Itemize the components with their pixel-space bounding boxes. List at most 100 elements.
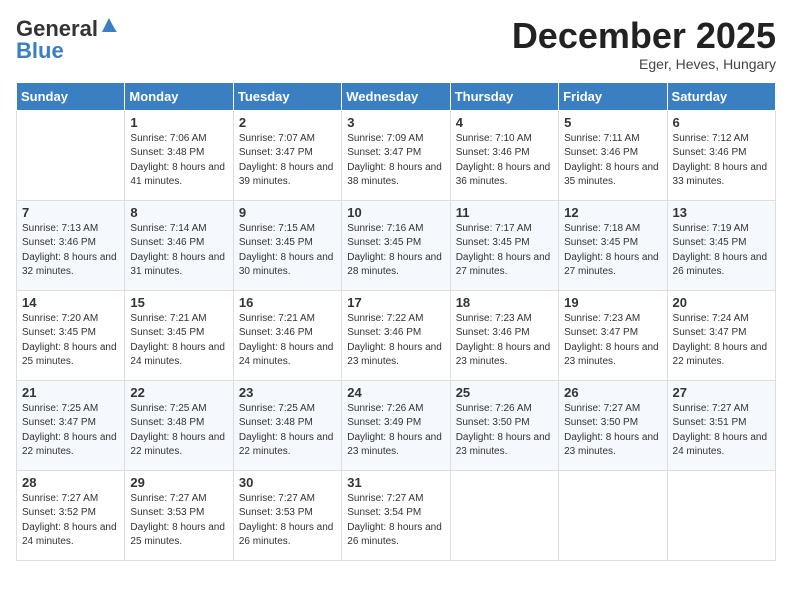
day-cell: 3 Sunrise: 7:09 AM Sunset: 3:47 PM Dayli… xyxy=(342,110,450,200)
sunset-text: Sunset: 3:48 PM xyxy=(130,147,204,158)
day-cell: 10 Sunrise: 7:16 AM Sunset: 3:45 PM Dayl… xyxy=(342,200,450,290)
day-info: Sunrise: 7:24 AM Sunset: 3:47 PM Dayligh… xyxy=(673,312,770,370)
sunset-text: Sunset: 3:54 PM xyxy=(347,507,421,518)
sunrise-text: Sunrise: 7:24 AM xyxy=(673,313,749,324)
title-block: December 2025 Eger, Heves, Hungary xyxy=(512,16,776,72)
day-number: 16 xyxy=(239,295,336,310)
sunset-text: Sunset: 3:51 PM xyxy=(673,417,747,428)
sunset-text: Sunset: 3:48 PM xyxy=(239,417,313,428)
day-cell: 13 Sunrise: 7:19 AM Sunset: 3:45 PM Dayl… xyxy=(667,200,775,290)
day-cell: 30 Sunrise: 7:27 AM Sunset: 3:53 PM Dayl… xyxy=(233,470,341,560)
weekday-header-wednesday: Wednesday xyxy=(342,82,450,110)
sunset-text: Sunset: 3:46 PM xyxy=(239,327,313,338)
daylight-text: Daylight: 8 hours and 23 minutes. xyxy=(456,342,551,368)
day-info: Sunrise: 7:15 AM Sunset: 3:45 PM Dayligh… xyxy=(239,222,336,280)
sunset-text: Sunset: 3:45 PM xyxy=(239,237,313,248)
sunset-text: Sunset: 3:46 PM xyxy=(130,237,204,248)
sunrise-text: Sunrise: 7:07 AM xyxy=(239,133,315,144)
sunrise-text: Sunrise: 7:21 AM xyxy=(239,313,315,324)
weekday-header-saturday: Saturday xyxy=(667,82,775,110)
daylight-text: Daylight: 8 hours and 26 minutes. xyxy=(239,522,334,548)
daylight-text: Daylight: 8 hours and 25 minutes. xyxy=(22,342,117,368)
location-subtitle: Eger, Heves, Hungary xyxy=(512,56,776,72)
sunrise-text: Sunrise: 7:11 AM xyxy=(564,133,639,144)
day-cell xyxy=(559,470,667,560)
sunset-text: Sunset: 3:50 PM xyxy=(564,417,638,428)
day-number: 22 xyxy=(130,385,227,400)
day-info: Sunrise: 7:26 AM Sunset: 3:50 PM Dayligh… xyxy=(456,402,553,460)
sunrise-text: Sunrise: 7:25 AM xyxy=(239,403,315,414)
day-cell: 12 Sunrise: 7:18 AM Sunset: 3:45 PM Dayl… xyxy=(559,200,667,290)
daylight-text: Daylight: 8 hours and 22 minutes. xyxy=(239,432,334,458)
sunrise-text: Sunrise: 7:13 AM xyxy=(22,223,98,234)
day-number: 19 xyxy=(564,295,661,310)
day-info: Sunrise: 7:19 AM Sunset: 3:45 PM Dayligh… xyxy=(673,222,770,280)
day-cell: 22 Sunrise: 7:25 AM Sunset: 3:48 PM Dayl… xyxy=(125,380,233,470)
day-cell: 7 Sunrise: 7:13 AM Sunset: 3:46 PM Dayli… xyxy=(17,200,125,290)
daylight-text: Daylight: 8 hours and 24 minutes. xyxy=(22,522,117,548)
daylight-text: Daylight: 8 hours and 24 minutes. xyxy=(130,342,225,368)
day-cell xyxy=(667,470,775,560)
calendar-table: SundayMondayTuesdayWednesdayThursdayFrid… xyxy=(16,82,776,561)
sunrise-text: Sunrise: 7:27 AM xyxy=(130,493,206,504)
day-cell xyxy=(450,470,558,560)
sunrise-text: Sunrise: 7:17 AM xyxy=(456,223,532,234)
sunrise-text: Sunrise: 7:21 AM xyxy=(130,313,206,324)
day-number: 26 xyxy=(564,385,661,400)
sunrise-text: Sunrise: 7:18 AM xyxy=(564,223,640,234)
sunrise-text: Sunrise: 7:14 AM xyxy=(130,223,206,234)
day-info: Sunrise: 7:26 AM Sunset: 3:49 PM Dayligh… xyxy=(347,402,444,460)
day-info: Sunrise: 7:23 AM Sunset: 3:47 PM Dayligh… xyxy=(564,312,661,370)
daylight-text: Daylight: 8 hours and 32 minutes. xyxy=(22,252,117,278)
sunset-text: Sunset: 3:45 PM xyxy=(22,327,96,338)
daylight-text: Daylight: 8 hours and 28 minutes. xyxy=(347,252,442,278)
day-info: Sunrise: 7:09 AM Sunset: 3:47 PM Dayligh… xyxy=(347,132,444,190)
daylight-text: Daylight: 8 hours and 39 minutes. xyxy=(239,162,334,188)
day-number: 2 xyxy=(239,115,336,130)
sunrise-text: Sunrise: 7:15 AM xyxy=(239,223,315,234)
day-info: Sunrise: 7:25 AM Sunset: 3:47 PM Dayligh… xyxy=(22,402,119,460)
sunset-text: Sunset: 3:45 PM xyxy=(347,237,421,248)
day-number: 9 xyxy=(239,205,336,220)
day-cell: 5 Sunrise: 7:11 AM Sunset: 3:46 PM Dayli… xyxy=(559,110,667,200)
daylight-text: Daylight: 8 hours and 22 minutes. xyxy=(22,432,117,458)
day-number: 5 xyxy=(564,115,661,130)
sunrise-text: Sunrise: 7:22 AM xyxy=(347,313,423,324)
week-row-3: 14 Sunrise: 7:20 AM Sunset: 3:45 PM Dayl… xyxy=(17,290,776,380)
logo-blue: Blue xyxy=(16,38,64,64)
day-info: Sunrise: 7:18 AM Sunset: 3:45 PM Dayligh… xyxy=(564,222,661,280)
daylight-text: Daylight: 8 hours and 35 minutes. xyxy=(564,162,659,188)
sunset-text: Sunset: 3:53 PM xyxy=(239,507,313,518)
sunset-text: Sunset: 3:49 PM xyxy=(347,417,421,428)
sunrise-text: Sunrise: 7:25 AM xyxy=(130,403,206,414)
day-number: 29 xyxy=(130,475,227,490)
day-cell: 14 Sunrise: 7:20 AM Sunset: 3:45 PM Dayl… xyxy=(17,290,125,380)
daylight-text: Daylight: 8 hours and 24 minutes. xyxy=(239,342,334,368)
day-cell: 27 Sunrise: 7:27 AM Sunset: 3:51 PM Dayl… xyxy=(667,380,775,470)
day-cell: 9 Sunrise: 7:15 AM Sunset: 3:45 PM Dayli… xyxy=(233,200,341,290)
day-info: Sunrise: 7:27 AM Sunset: 3:53 PM Dayligh… xyxy=(130,492,227,550)
day-cell: 1 Sunrise: 7:06 AM Sunset: 3:48 PM Dayli… xyxy=(125,110,233,200)
day-info: Sunrise: 7:21 AM Sunset: 3:46 PM Dayligh… xyxy=(239,312,336,370)
day-info: Sunrise: 7:11 AM Sunset: 3:46 PM Dayligh… xyxy=(564,132,661,190)
sunrise-text: Sunrise: 7:25 AM xyxy=(22,403,98,414)
daylight-text: Daylight: 8 hours and 38 minutes. xyxy=(347,162,442,188)
day-info: Sunrise: 7:16 AM Sunset: 3:45 PM Dayligh… xyxy=(347,222,444,280)
day-cell: 6 Sunrise: 7:12 AM Sunset: 3:46 PM Dayli… xyxy=(667,110,775,200)
day-info: Sunrise: 7:10 AM Sunset: 3:46 PM Dayligh… xyxy=(456,132,553,190)
sunrise-text: Sunrise: 7:23 AM xyxy=(564,313,640,324)
day-cell: 25 Sunrise: 7:26 AM Sunset: 3:50 PM Dayl… xyxy=(450,380,558,470)
day-cell: 11 Sunrise: 7:17 AM Sunset: 3:45 PM Dayl… xyxy=(450,200,558,290)
day-info: Sunrise: 7:12 AM Sunset: 3:46 PM Dayligh… xyxy=(673,132,770,190)
day-cell: 24 Sunrise: 7:26 AM Sunset: 3:49 PM Dayl… xyxy=(342,380,450,470)
sunset-text: Sunset: 3:46 PM xyxy=(456,147,530,158)
sunset-text: Sunset: 3:46 PM xyxy=(456,327,530,338)
sunset-text: Sunset: 3:47 PM xyxy=(673,327,747,338)
weekday-header-row: SundayMondayTuesdayWednesdayThursdayFrid… xyxy=(17,82,776,110)
day-cell: 26 Sunrise: 7:27 AM Sunset: 3:50 PM Dayl… xyxy=(559,380,667,470)
page-header: General Blue December 2025 Eger, Heves, … xyxy=(16,16,776,72)
day-number: 18 xyxy=(456,295,553,310)
daylight-text: Daylight: 8 hours and 36 minutes. xyxy=(456,162,551,188)
weekday-header-sunday: Sunday xyxy=(17,82,125,110)
day-info: Sunrise: 7:14 AM Sunset: 3:46 PM Dayligh… xyxy=(130,222,227,280)
